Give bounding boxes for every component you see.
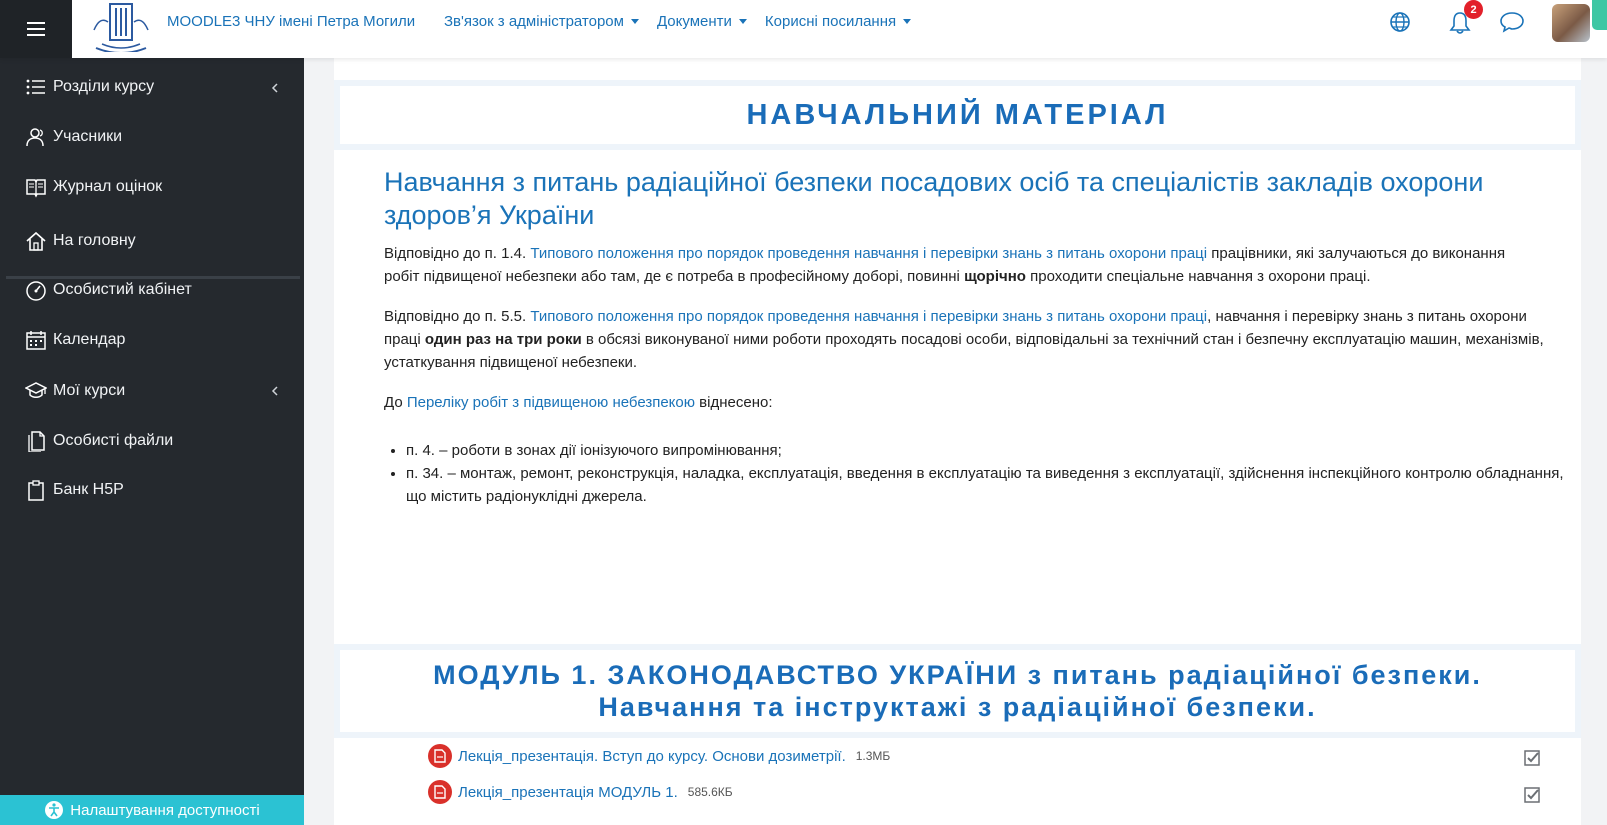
module-title-line: Навчання та інструктажі з радіаційної бе… bbox=[598, 692, 1317, 722]
sidebar-item-label: Мої курси bbox=[53, 382, 126, 399]
primary-navigation: Зв'язок з адміністратором Документи Кори… bbox=[444, 13, 912, 30]
drawer-edge-tab[interactable] bbox=[1592, 0, 1607, 30]
activity-lecture-intro[interactable]: Лекція_презентація. Вступ до курсу. Осно… bbox=[428, 744, 890, 768]
messages-icon[interactable] bbox=[1499, 11, 1525, 33]
sidebar-item-dashboard[interactable]: Особистий кабінет bbox=[25, 279, 192, 301]
paragraph-text: проходити спеціальне навчання з охорони … bbox=[1025, 268, 1371, 285]
course-content: НАВЧАЛЬНИЙ МАТЕРІАЛ Навчання з питань ра… bbox=[334, 58, 1581, 825]
accessibility-label: Налаштування доступності bbox=[70, 801, 260, 819]
paragraph-triennial-training: Відповідно до п. 5.5. Типового положення… bbox=[384, 305, 1544, 374]
activity-title: Лекція_презентація. Вступ до курсу. Осно… bbox=[458, 747, 846, 765]
notification-count-badge: 2 bbox=[1464, 0, 1483, 19]
section-title: НАВЧАЛЬНИЙ МАТЕРІАЛ bbox=[746, 98, 1169, 131]
sidebar-item-course-sections[interactable]: Розділи курсу bbox=[25, 76, 154, 98]
calendar-icon bbox=[26, 331, 46, 350]
caret-down-icon bbox=[738, 19, 747, 24]
sidebar-item-label: Учасники bbox=[53, 128, 123, 145]
dashboard-icon bbox=[26, 281, 46, 301]
accessibility-icon bbox=[45, 801, 64, 819]
list-item: п. 34. – монтаж, ремонт, реконструкція, … bbox=[406, 462, 1566, 508]
emphasis-text: щорічно bbox=[964, 268, 1026, 285]
activity-lecture-module1[interactable]: Лекція_презентація МОДУЛЬ 1. 585.6КБ bbox=[428, 780, 733, 804]
sidebar-item-label: Журнал оцінок bbox=[53, 178, 163, 195]
hamburger-icon bbox=[27, 22, 45, 36]
pdf-file-icon bbox=[428, 744, 452, 768]
emphasis-text: один раз на три роки bbox=[424, 331, 582, 348]
sidebar-item-participants[interactable]: Учасники bbox=[25, 126, 122, 148]
files-icon bbox=[28, 431, 45, 452]
sidebar-item-label: На головну bbox=[53, 232, 136, 249]
completion-checkbox-icon[interactable] bbox=[1524, 750, 1540, 766]
sidebar-item-label: Календар bbox=[53, 331, 126, 348]
caret-down-icon bbox=[630, 19, 639, 24]
nav-item-label: Корисні посилання bbox=[764, 13, 897, 30]
standard-regulation-link[interactable]: Типового положення про порядок проведенн… bbox=[530, 308, 1207, 325]
nav-documents[interactable]: Документи bbox=[657, 13, 747, 30]
file-size: 585.6КБ bbox=[687, 785, 733, 799]
module-title-banner: МОДУЛЬ 1. ЗАКОНОДАВСТВО УКРАЇНИ з питань… bbox=[334, 644, 1581, 738]
site-brand-link[interactable]: MOODLE3 ЧНУ імені Петра Могили bbox=[167, 13, 415, 30]
list-icon bbox=[26, 79, 45, 95]
standard-regulation-link[interactable]: Типового положення про порядок проведенн… bbox=[530, 245, 1207, 262]
sidebar-item-label: Розділи курсу bbox=[53, 78, 155, 95]
paragraph-text: віднесено: bbox=[695, 394, 773, 411]
sidebar-item-calendar[interactable]: Календар bbox=[25, 329, 125, 351]
paragraph-hazardous-work: До Переліку робіт з підвищеною небезпеко… bbox=[384, 391, 1544, 414]
paragraph-text: Відповідно до п. 1.4. bbox=[384, 245, 531, 262]
graduation-cap-icon bbox=[25, 382, 47, 398]
sidebar-item-label: Банк H5P bbox=[53, 481, 124, 498]
file-size: 1.3МБ bbox=[855, 749, 891, 763]
sidebar-item-home[interactable]: На головну bbox=[25, 230, 136, 252]
home-icon bbox=[26, 231, 46, 251]
university-logo-icon[interactable] bbox=[88, 0, 154, 52]
course-sidebar: Розділи курсу Учасники Журнал оцінок На … bbox=[0, 58, 304, 825]
globe-icon[interactable] bbox=[1389, 11, 1411, 33]
hazardous-works-list-link[interactable]: Переліку робіт з підвищеною небезпекою bbox=[407, 394, 695, 411]
paragraph-text: До bbox=[384, 394, 407, 411]
sidebar-item-h5p-bank[interactable]: Банк H5P bbox=[25, 479, 124, 501]
completion-checkbox-icon[interactable] bbox=[1524, 787, 1540, 803]
book-icon bbox=[26, 179, 46, 198]
sidebar-toggle-button[interactable] bbox=[0, 0, 72, 58]
section-title-banner: НАВЧАЛЬНИЙ МАТЕРІАЛ bbox=[334, 80, 1581, 150]
nav-useful-links[interactable]: Корисні посилання bbox=[764, 13, 912, 30]
sidebar-item-label: Особисті файли bbox=[53, 432, 174, 449]
caret-down-icon bbox=[903, 19, 912, 24]
sidebar-item-grades[interactable]: Журнал оцінок bbox=[25, 176, 162, 198]
user-avatar[interactable] bbox=[1552, 4, 1590, 42]
nav-item-label: Зв'язок з адміністратором bbox=[444, 13, 624, 30]
activity-title: Лекція_презентація МОДУЛЬ 1. bbox=[458, 783, 678, 801]
chevron-left-icon[interactable] bbox=[270, 83, 280, 93]
course-heading: Навчання з питань радіаційної безпеки по… bbox=[384, 167, 1484, 230]
chevron-left-icon[interactable] bbox=[270, 386, 280, 396]
paragraph-text: Відповідно до п. 5.5. bbox=[384, 308, 531, 325]
pdf-file-icon bbox=[428, 780, 452, 804]
accessibility-settings-button[interactable]: Налаштування доступності bbox=[0, 795, 304, 825]
clipboard-icon bbox=[28, 480, 44, 501]
module-title-line: МОДУЛЬ 1. ЗАКОНОДАВСТВО УКРАЇНИ з питань… bbox=[433, 660, 1482, 690]
users-icon bbox=[26, 128, 44, 147]
paragraph-annual-training: Відповідно до п. 1.4. Типового положення… bbox=[384, 242, 1544, 288]
list-item: п. 4. – роботи в зонах дії іонізуючого в… bbox=[406, 439, 1566, 462]
hazardous-work-list: п. 4. – роботи в зонах дії іонізуючого в… bbox=[384, 439, 1566, 508]
nav-contact-admin[interactable]: Зв'язок з адміністратором bbox=[444, 13, 639, 30]
sidebar-item-label: Особистий кабінет bbox=[53, 281, 192, 298]
sidebar-item-my-courses[interactable]: Мої курси bbox=[25, 380, 125, 402]
nav-item-label: Документи bbox=[656, 13, 732, 30]
top-navbar: MOODLE3 ЧНУ імені Петра Могили Зв'язок з… bbox=[0, 0, 1607, 58]
sidebar-item-private-files[interactable]: Особисті файли bbox=[25, 430, 173, 452]
